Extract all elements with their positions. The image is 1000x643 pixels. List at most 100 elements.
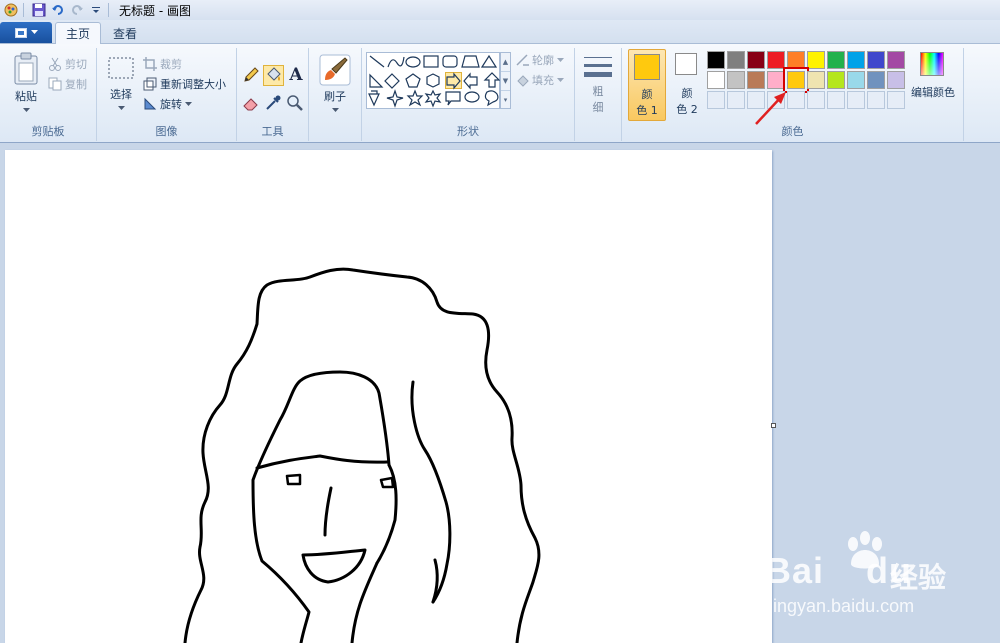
color-swatch[interactable] bbox=[827, 51, 845, 69]
color2-label-top: 颜 bbox=[681, 87, 693, 100]
text-tool-button[interactable]: A bbox=[286, 65, 306, 85]
save-icon[interactable] bbox=[31, 2, 47, 18]
crop-label: 裁剪 bbox=[160, 58, 182, 71]
tab-home[interactable]: 主页 bbox=[55, 22, 102, 44]
select-button[interactable]: 选择 bbox=[105, 56, 137, 111]
color-swatch[interactable] bbox=[807, 51, 825, 69]
drawing-canvas[interactable] bbox=[5, 150, 772, 643]
select-rectangle-icon bbox=[108, 57, 134, 79]
color1-label-top: 颜 bbox=[641, 88, 653, 101]
drawing-woman-portrait bbox=[183, 267, 541, 643]
annotation-arrow-icon bbox=[755, 92, 786, 125]
customize-quick-access-icon[interactable] bbox=[88, 2, 104, 18]
shapes-icons bbox=[368, 54, 501, 108]
watermark-brand-part1: Bai bbox=[765, 550, 825, 591]
color-palette bbox=[707, 51, 905, 109]
paint-bucket-icon bbox=[267, 67, 281, 81]
color2-button[interactable]: 颜 色 2 bbox=[670, 49, 704, 121]
edit-colors-button[interactable]: 编辑颜色 bbox=[910, 51, 956, 111]
cut-button[interactable]: 剪切 bbox=[48, 56, 87, 72]
eyedropper-icon bbox=[266, 95, 281, 110]
pencil-tool-button[interactable] bbox=[242, 66, 262, 86]
custom-color-slot[interactable] bbox=[807, 91, 825, 109]
chevron-down-icon bbox=[30, 30, 38, 34]
color-swatch[interactable] bbox=[727, 71, 745, 89]
color-swatch[interactable] bbox=[727, 51, 745, 69]
window-title: 无标题 - 画图 bbox=[119, 3, 191, 18]
shapes-gallery-scroll[interactable]: ▲ ▼ ▾ bbox=[500, 52, 511, 109]
select-label: 选择 bbox=[110, 88, 132, 101]
fill-button[interactable]: 填充 bbox=[515, 72, 564, 88]
magnifier-icon bbox=[287, 95, 303, 111]
color2-label-bottom: 色 2 bbox=[676, 103, 698, 116]
expand-gallery-icon[interactable]: ▾ bbox=[501, 91, 510, 110]
redo-icon[interactable] bbox=[69, 2, 85, 18]
scroll-up-icon[interactable]: ▲ bbox=[501, 53, 510, 72]
scroll-down-icon[interactable]: ▼ bbox=[501, 72, 510, 91]
paste-button[interactable]: 粘贴 bbox=[10, 52, 42, 113]
color-swatch[interactable] bbox=[707, 71, 725, 89]
scissors-icon bbox=[49, 57, 61, 71]
crop-button[interactable]: 裁剪 bbox=[143, 56, 182, 72]
rotate-button[interactable]: 旋转 bbox=[143, 96, 192, 112]
paint-app-icon[interactable] bbox=[3, 2, 19, 18]
chevron-down-icon bbox=[557, 77, 564, 82]
color-swatch[interactable] bbox=[767, 51, 785, 69]
color-swatch[interactable] bbox=[887, 51, 905, 69]
custom-color-slot[interactable] bbox=[727, 91, 745, 109]
edit-colors-label: 编辑颜色 bbox=[911, 86, 955, 99]
custom-color-slot[interactable] bbox=[827, 91, 845, 109]
tab-home-label: 主页 bbox=[66, 27, 91, 41]
color-swatch[interactable] bbox=[787, 51, 805, 69]
color-swatch[interactable] bbox=[867, 71, 885, 89]
image-group-label: 图像 bbox=[155, 125, 178, 138]
color-swatch[interactable] bbox=[887, 71, 905, 89]
canvas-resize-handle[interactable] bbox=[771, 423, 776, 428]
brush-icon bbox=[319, 54, 351, 86]
crop-icon bbox=[143, 57, 157, 71]
undo-icon[interactable] bbox=[50, 2, 66, 18]
baidu-jingyan-watermark: Bai du 经验 jingyan.baidu.com bbox=[765, 530, 995, 630]
custom-color-slot[interactable] bbox=[707, 91, 725, 109]
line-width-icon bbox=[584, 57, 612, 77]
outline-icon bbox=[516, 54, 529, 66]
color-swatch[interactable] bbox=[847, 71, 865, 89]
magnifier-tool-button[interactable] bbox=[286, 94, 306, 114]
color-swatch[interactable] bbox=[747, 71, 765, 89]
colors-group-label: 颜色 bbox=[781, 125, 804, 138]
size-button[interactable]: 粗 细 bbox=[581, 54, 615, 115]
color2-swatch bbox=[675, 53, 697, 75]
fill-tool-button[interactable] bbox=[263, 65, 284, 86]
tab-view[interactable]: 查看 bbox=[103, 22, 147, 44]
chevron-down-icon bbox=[557, 57, 564, 62]
custom-color-slot[interactable] bbox=[847, 91, 865, 109]
color-swatch[interactable] bbox=[827, 71, 845, 89]
color-swatch[interactable] bbox=[783, 67, 809, 93]
color1-button[interactable]: 颜 色 1 bbox=[628, 49, 666, 121]
resize-button[interactable]: 重新调整大小 bbox=[143, 76, 226, 92]
color-picker-tool-button[interactable] bbox=[264, 94, 284, 114]
brushes-label: 刷子 bbox=[324, 90, 346, 103]
ribbon: 粘贴 剪切 复制 剪贴板 选择 裁剪 重新调整大小 旋转 图像 A 工具 刷子 … bbox=[0, 44, 1000, 143]
chevron-down-icon bbox=[117, 106, 125, 110]
cut-label: 剪切 bbox=[65, 58, 87, 71]
copy-button[interactable]: 复制 bbox=[48, 76, 87, 92]
separator bbox=[108, 3, 109, 17]
color-swatch[interactable] bbox=[767, 71, 785, 89]
color-swatch[interactable] bbox=[707, 51, 725, 69]
tools-group-label: 工具 bbox=[261, 125, 284, 138]
outline-button[interactable]: 轮廓 bbox=[515, 52, 564, 68]
custom-color-slot[interactable] bbox=[867, 91, 885, 109]
color-swatch[interactable] bbox=[867, 51, 885, 69]
tab-view-label: 查看 bbox=[113, 26, 138, 41]
color-swatch[interactable] bbox=[847, 51, 865, 69]
color-swatch[interactable] bbox=[747, 51, 765, 69]
brushes-button[interactable]: 刷子 bbox=[317, 54, 353, 113]
eraser-tool-button[interactable] bbox=[242, 94, 262, 114]
color-swatch[interactable] bbox=[807, 71, 825, 89]
application-menu-button[interactable] bbox=[0, 22, 52, 43]
custom-color-slot[interactable] bbox=[887, 91, 905, 109]
ribbon-tab-row: 主页 查看 bbox=[0, 20, 1000, 44]
shapes-gallery[interactable] bbox=[366, 52, 501, 109]
chevron-down-icon bbox=[331, 108, 339, 112]
